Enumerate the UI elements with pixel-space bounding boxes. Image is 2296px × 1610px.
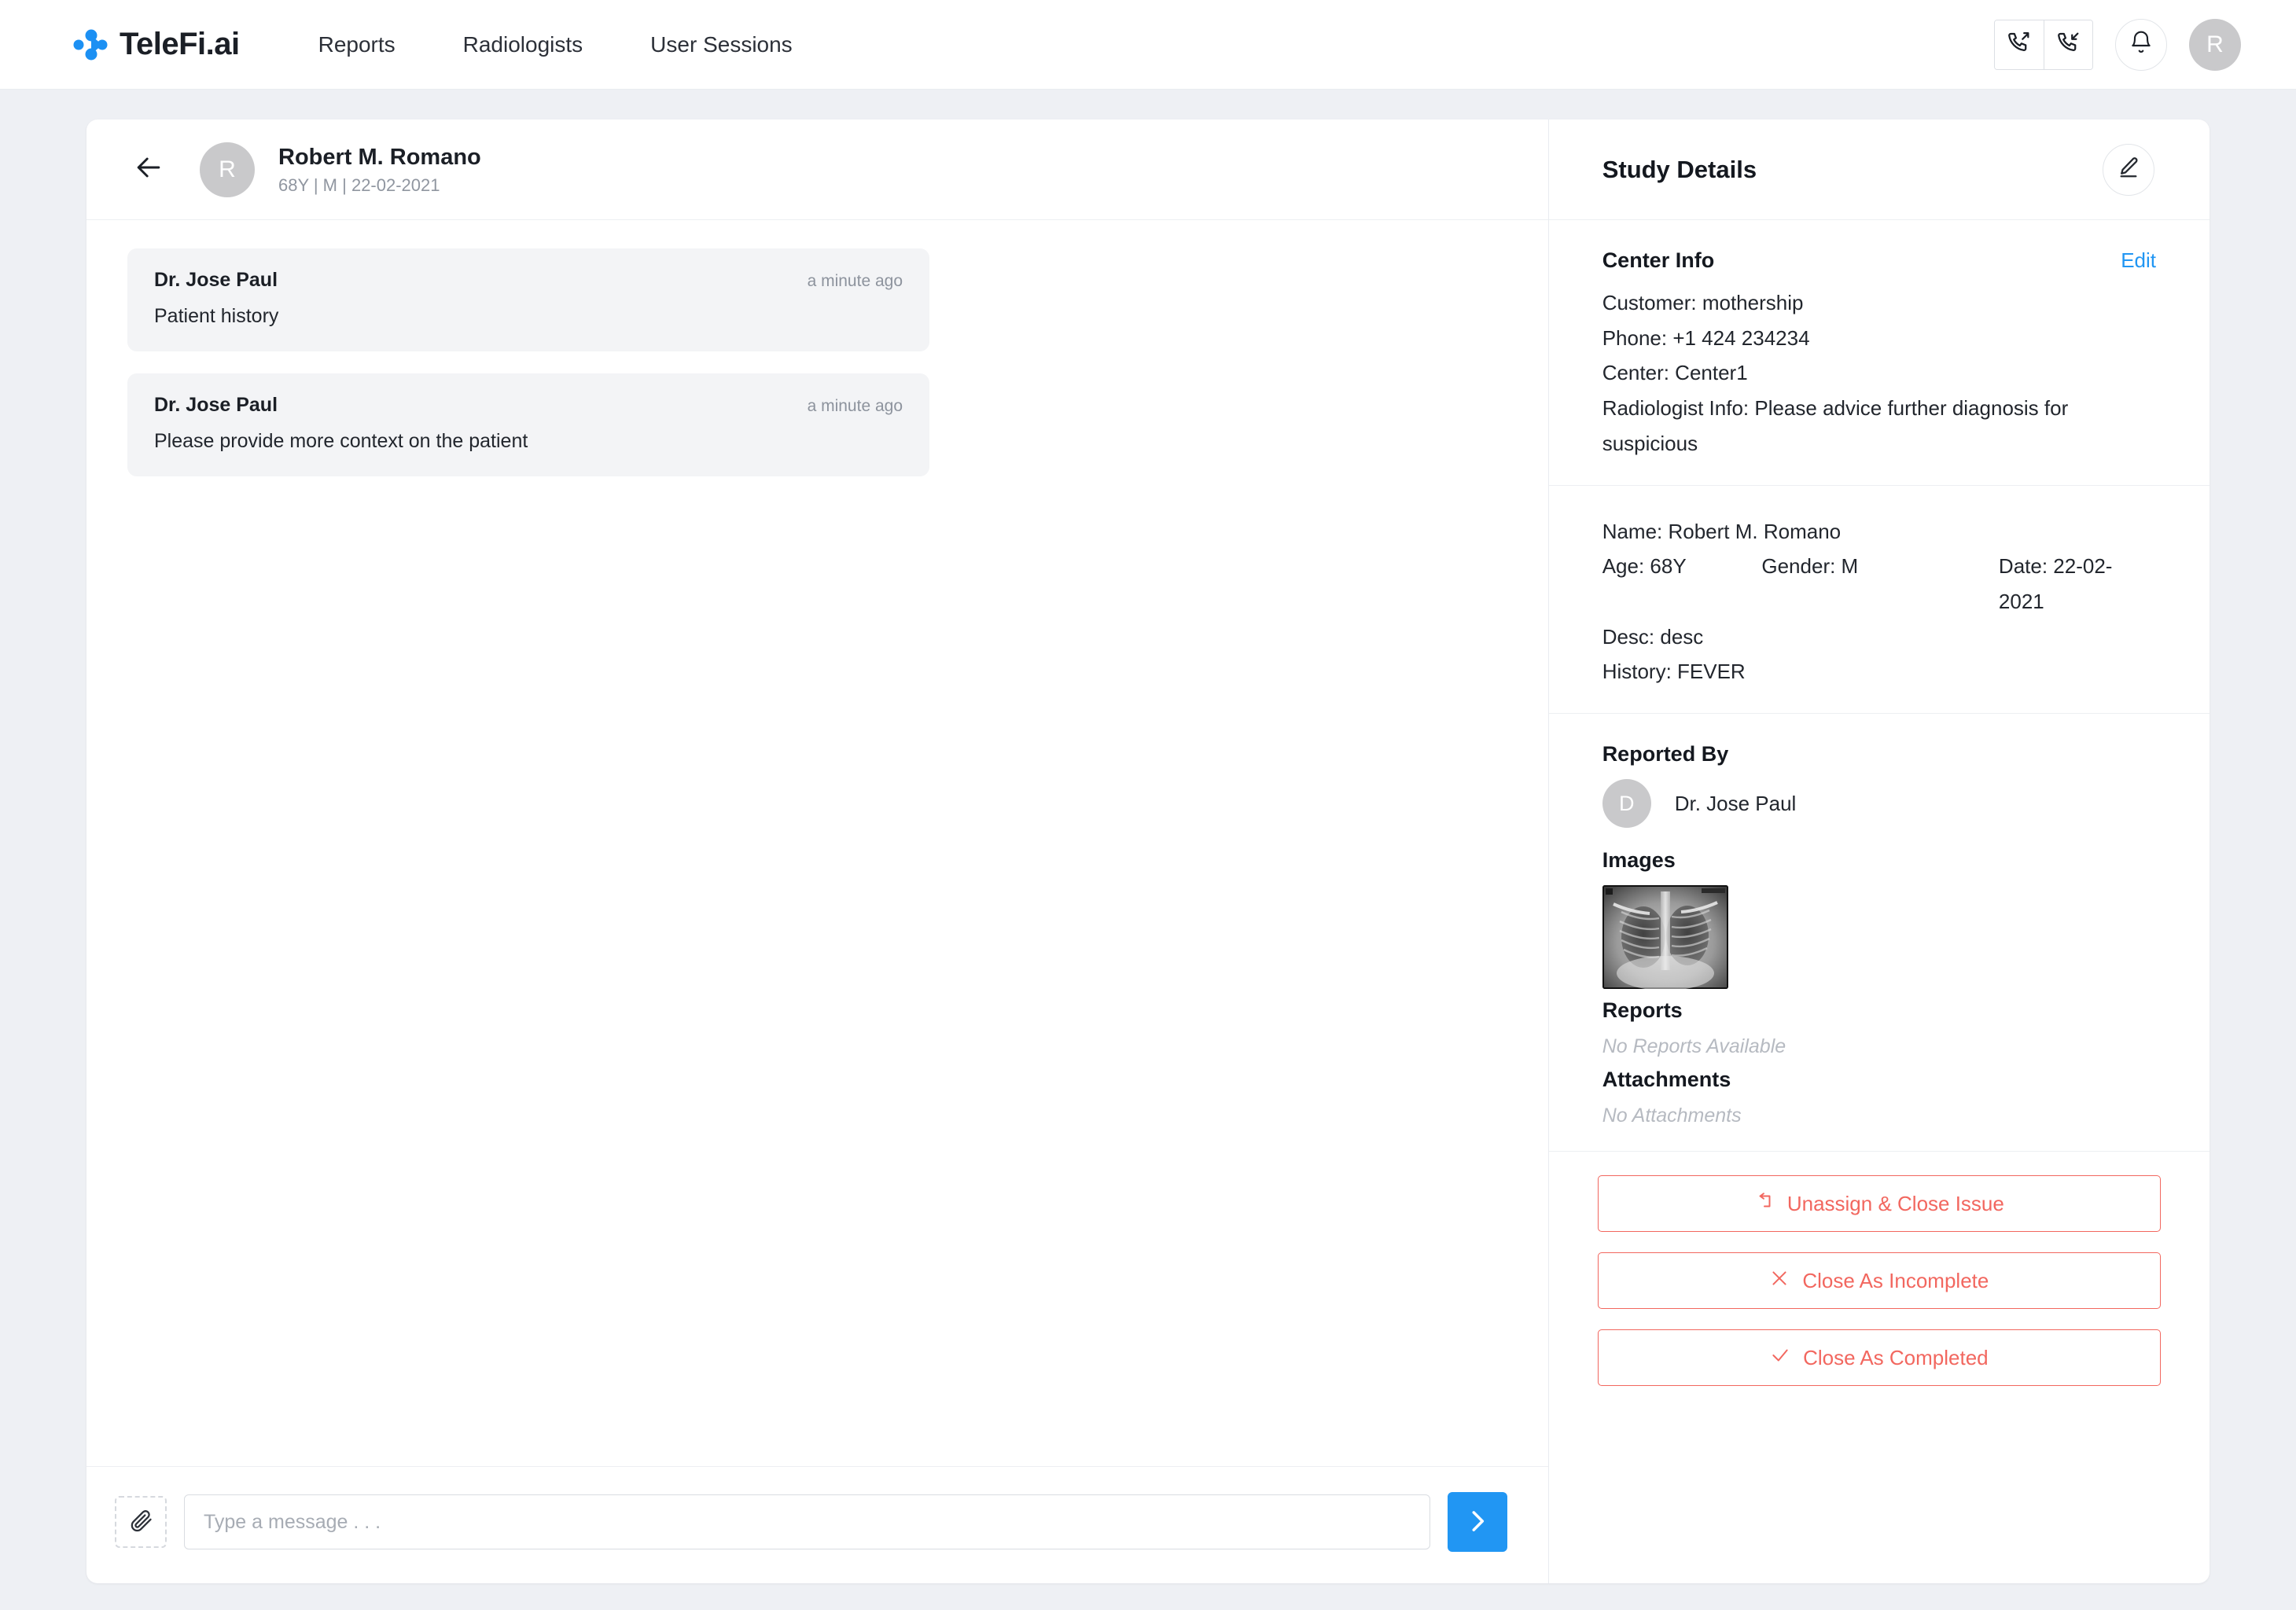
images-title: Images <box>1602 848 1676 873</box>
bell-icon <box>2129 30 2154 59</box>
arrow-left-icon <box>131 150 166 189</box>
chest-xray-thumbnail[interactable] <box>1602 885 1728 990</box>
center-info-customer: Customer: mothership <box>1602 291 1804 314</box>
center-info-title: Center Info <box>1602 248 1715 272</box>
chevron-right-icon <box>1463 1506 1492 1538</box>
x-icon <box>1769 1268 1790 1294</box>
patient-avatar: R <box>200 142 255 197</box>
study-details-panel: Study Details Center Info Edit Customer:… <box>1548 119 2210 1583</box>
study-details-title: Study Details <box>1602 155 1757 183</box>
message-author: Dr. Jose Paul <box>154 269 278 291</box>
chat-header: R Robert M. Romano 68Y | M | 22-02-2021 <box>86 119 1548 220</box>
center-info-radiologist-info: Radiologist Info: Please advice further … <box>1602 396 2069 455</box>
chat-panel: R Robert M. Romano 68Y | M | 22-02-2021 … <box>86 119 1549 1583</box>
reported-by-title: Reported By <box>1602 742 1729 766</box>
patient-info-gender: Gender: M <box>1761 554 1859 579</box>
nav-link-radiologists[interactable]: Radiologists <box>462 26 585 64</box>
center-info-section: Center Info Edit Customer: mothership Ph… <box>1548 220 2210 486</box>
phone-outgoing-icon <box>2006 29 2033 60</box>
edit-study-button[interactable] <box>2103 143 2154 196</box>
center-info-center: Center: Center1 <box>1602 361 1748 385</box>
patient-info-desc: Desc: desc <box>1602 624 1704 649</box>
close-as-incomplete-button[interactable]: Close As Incomplete <box>1597 1252 2161 1310</box>
patient-identity: Robert M. Romano 68Y | M | 22-02-2021 <box>278 143 481 195</box>
telefi-logo-icon <box>72 27 109 63</box>
brand[interactable]: TeleFi.ai <box>72 27 240 63</box>
study-actions: Unassign & Close Issue Close As Incomple… <box>1549 1152 2210 1406</box>
patient-info-section: Name: Robert M. Romano Age: 68Y Gender: … <box>1548 486 2210 715</box>
reporter-name: Dr. Jose Paul <box>1674 791 1797 815</box>
message-item: Dr. Jose Paul a minute ago Patient histo… <box>127 248 929 351</box>
reports-title: Reports <box>1602 998 1683 1023</box>
phone-incoming-icon <box>2055 29 2082 60</box>
close-as-completed-label: Close As Completed <box>1803 1345 1989 1369</box>
nav-link-reports[interactable]: Reports <box>317 26 397 64</box>
message-composer <box>86 1466 1548 1583</box>
incoming-call-button[interactable] <box>2044 20 2092 69</box>
unassign-icon <box>1754 1191 1775 1217</box>
patient-name: Robert M. Romano <box>278 145 481 171</box>
send-message-button[interactable] <box>1447 1492 1507 1552</box>
message-text: Patient history <box>154 305 279 327</box>
main-nav: Reports Radiologists User Sessions <box>317 26 859 64</box>
patient-info-date: Date: 22-02-2021 <box>1998 554 2113 614</box>
message-timestamp: a minute ago <box>807 272 903 290</box>
nav-link-user-sessions[interactable]: User Sessions <box>649 26 794 64</box>
reporter-avatar-initial: D <box>1618 791 1635 815</box>
message-input[interactable] <box>184 1494 1430 1549</box>
message-timestamp: a minute ago <box>807 397 903 415</box>
center-info-phone: Phone: +1 424 234234 <box>1602 325 1810 350</box>
patient-meta: 68Y | M | 22-02-2021 <box>278 175 440 195</box>
attach-file-button[interactable] <box>115 1496 167 1548</box>
patient-info-name: Name: Robert M. Romano <box>1602 519 1842 543</box>
patient-info-history: History: FEVER <box>1602 660 1746 684</box>
page-card: R Robert M. Romano 68Y | M | 22-02-2021 … <box>86 119 2210 1583</box>
message-item: Dr. Jose Paul a minute ago Please provid… <box>127 373 929 476</box>
notifications-button[interactable] <box>2115 18 2167 71</box>
call-button-group <box>1994 19 2093 70</box>
edit-center-info-link[interactable]: Edit <box>2121 248 2156 273</box>
user-avatar-initial: R <box>2206 31 2224 57</box>
outgoing-call-button[interactable] <box>1995 20 2044 69</box>
close-as-incomplete-label: Close As Incomplete <box>1802 1268 1989 1292</box>
reported-by-row: D Dr. Jose Paul <box>1602 779 2156 829</box>
close-as-completed-button[interactable]: Close As Completed <box>1597 1329 2161 1387</box>
study-details-header: Study Details <box>1548 119 2210 220</box>
message-header: Dr. Jose Paul a minute ago <box>154 394 903 417</box>
message-list: Dr. Jose Paul a minute ago Patient histo… <box>86 220 1548 1466</box>
check-icon <box>1770 1345 1790 1371</box>
attachments-empty-note: No Attachments <box>1602 1105 1742 1127</box>
paperclip-icon <box>128 1508 153 1537</box>
attachments-title: Attachments <box>1602 1068 1731 1092</box>
patient-info-row: Age: 68Y Gender: M Date: 22-02-2021 <box>1602 549 2156 619</box>
back-button[interactable] <box>127 149 170 191</box>
unassign-and-close-issue-button[interactable]: Unassign & Close Issue <box>1597 1175 2161 1233</box>
patient-avatar-initial: R <box>219 156 236 182</box>
reports-empty-note: No Reports Available <box>1602 1035 1786 1058</box>
patient-info-age: Age: 68Y <box>1602 554 1687 579</box>
center-info-header: Center Info Edit <box>1602 248 2156 273</box>
brand-name: TeleFi.ai <box>120 27 240 61</box>
message-author: Dr. Jose Paul <box>154 394 278 416</box>
top-bar-actions: R <box>1994 18 2241 71</box>
pencil-icon <box>2116 155 2141 184</box>
reporter-avatar: D <box>1602 779 1651 829</box>
top-navigation-bar: TeleFi.ai Reports Radiologists User Sess… <box>0 0 2296 90</box>
user-avatar[interactable]: R <box>2189 18 2241 71</box>
message-text: Please provide more context on the patie… <box>154 430 528 452</box>
unassign-and-close-issue-label: Unassign & Close Issue <box>1786 1191 2004 1215</box>
study-assets-section: Reported By D Dr. Jose Paul Images Repor… <box>1548 714 2210 1152</box>
message-header: Dr. Jose Paul a minute ago <box>154 269 903 292</box>
